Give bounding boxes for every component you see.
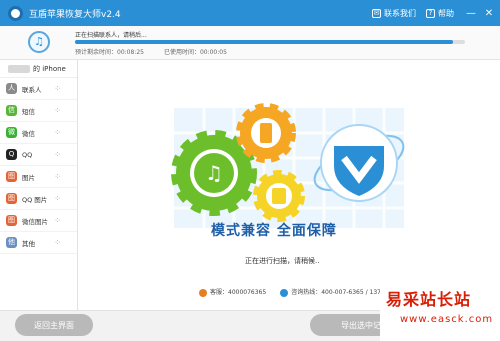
minimize-button[interactable]: — <box>464 8 478 19</box>
wechat-photos-icon: 图 <box>6 215 17 226</box>
app-title: 互盾苹果恢复大师v2.4 <box>29 9 121 20</box>
loading-spinner-icon: ⁘ <box>54 216 61 225</box>
app-logo-icon <box>8 5 23 21</box>
sidebar-item-label: QQ <box>22 150 33 159</box>
sidebar-item-label: 微信图片 <box>22 217 48 226</box>
phone-icon <box>280 288 289 297</box>
qq-support[interactable]: 客服：4000076365 <box>199 287 266 297</box>
contact-us-link[interactable]: ✉ 联系我们 <box>372 8 416 19</box>
qq-number: 客服：4000076365 <box>210 289 267 296</box>
device-suffix: 的 iPhone <box>33 64 66 73</box>
music-note-icon: ♫ <box>28 31 50 53</box>
watermark: 易采站长站 www.easck.com <box>380 278 500 341</box>
sidebar-item-label: 联系人 <box>22 85 42 94</box>
close-button[interactable]: ✕ <box>482 8 496 19</box>
qq-icon <box>199 288 207 297</box>
sidebar-item[interactable]: 图微信图片 ⁘ <box>0 210 77 232</box>
loading-spinner-icon: ⁘ <box>54 128 61 137</box>
remaining-time: 预计剩余时间：00:08:25 <box>75 49 144 56</box>
svg-text:♫: ♫ <box>205 161 223 185</box>
watermark-title: 易采站长站 <box>386 290 472 309</box>
help-label: 帮助 <box>438 8 454 18</box>
phone-gear-icon <box>236 103 296 163</box>
device-name: 的 iPhone <box>0 60 77 78</box>
wechat-icon: 微 <box>6 127 17 138</box>
category-list: 人联系人 ⁘ 信短信 ⁘ 微微信 ⁘ Q QQ ⁘ 图图片 ⁘ 图 QQ 图片 ⁘ 图微信图片 ⁘ 他其他 ⁘ <box>0 78 77 254</box>
device-owner-redacted <box>8 64 30 73</box>
scan-status-text: 正在扫描联系人，请稍后... <box>75 32 147 39</box>
scan-progress-fill <box>75 40 454 44</box>
music-gear-icon: ♫ <box>171 130 257 216</box>
sidebar-item[interactable]: 微微信 ⁘ <box>0 122 77 144</box>
sidebar-item[interactable]: 信短信 ⁘ <box>0 100 77 122</box>
loading-spinner-icon: ⁘ <box>54 150 61 159</box>
sidebar-item[interactable]: 图 QQ 图片 ⁘ <box>0 188 77 210</box>
loading-spinner-icon: ⁘ <box>54 238 61 247</box>
sidebar-item[interactable]: 人联系人 ⁘ <box>0 78 77 100</box>
sidebar-item-label: 图片 <box>22 173 35 182</box>
scan-progress-bar <box>75 40 465 44</box>
tablet-gear-icon <box>253 170 305 222</box>
title-bar: 互盾苹果恢复大师v2.4 ✉ 联系我们 ? 帮助 — ✕ <box>0 0 500 26</box>
sidebar-item[interactable]: 图图片 ⁘ <box>0 166 77 188</box>
scan-times: 预计剩余时间：00:08:25 已使用时间：00:00:05 <box>75 47 227 56</box>
watermark-url: www.easck.com <box>400 314 494 325</box>
contact-us-label: 联系我们 <box>384 8 416 18</box>
category-sidebar: 的 iPhone 人联系人 ⁘ 信短信 ⁘ 微微信 ⁘ Q QQ ⁘ 图图片 ⁘ 图 QQ 图片 ⁘ 图微信… <box>0 60 78 310</box>
scan-status-bar: ♫ 正在扫描联系人，请稍后... 预计剩余时间：00:08:25 已使用时间：0… <box>0 26 500 60</box>
contacts-icon: 人 <box>6 83 17 94</box>
support-contacts: 客服：4000076365 咨询热线：400-007-6365 / 137-74… <box>199 287 404 297</box>
back-to-home-button[interactable]: 返回主界面 <box>15 314 93 336</box>
sidebar-item-label: 其他 <box>22 239 35 248</box>
sidebar-item[interactable]: 他其他 ⁘ <box>0 232 77 254</box>
help-icon: ? <box>426 8 435 18</box>
qq-icon: Q <box>6 149 17 160</box>
sidebar-item-label: 微信 <box>22 129 35 138</box>
loading-spinner-icon: ⁘ <box>54 194 61 203</box>
hero-illustration: ♫ <box>171 103 405 228</box>
other-icon: 他 <box>6 237 17 248</box>
sidebar-item-label: QQ 图片 <box>22 195 48 204</box>
scanning-message: 正在进行扫描，请稍候.. <box>245 257 320 265</box>
loading-spinner-icon: ⁘ <box>54 84 61 93</box>
qq-photos-icon: 图 <box>6 193 17 204</box>
loading-spinner-icon: ⁘ <box>54 172 61 181</box>
sms-icon: 信 <box>6 105 17 116</box>
photos-icon: 图 <box>6 171 17 182</box>
main-panel: ♫ 模式兼容 全面保障 正在进行扫描，请稍候.. 客服：4000076365 咨… <box>79 60 500 310</box>
mail-icon: ✉ <box>372 8 381 18</box>
help-link[interactable]: ? 帮助 <box>426 8 454 19</box>
loading-spinner-icon: ⁘ <box>54 106 61 115</box>
slogan: 模式兼容 全面保障 <box>211 223 337 239</box>
elapsed-time: 已使用时间：00:00:05 <box>163 49 227 56</box>
sidebar-item-label: 短信 <box>22 107 35 116</box>
sidebar-item[interactable]: Q QQ ⁘ <box>0 144 77 166</box>
